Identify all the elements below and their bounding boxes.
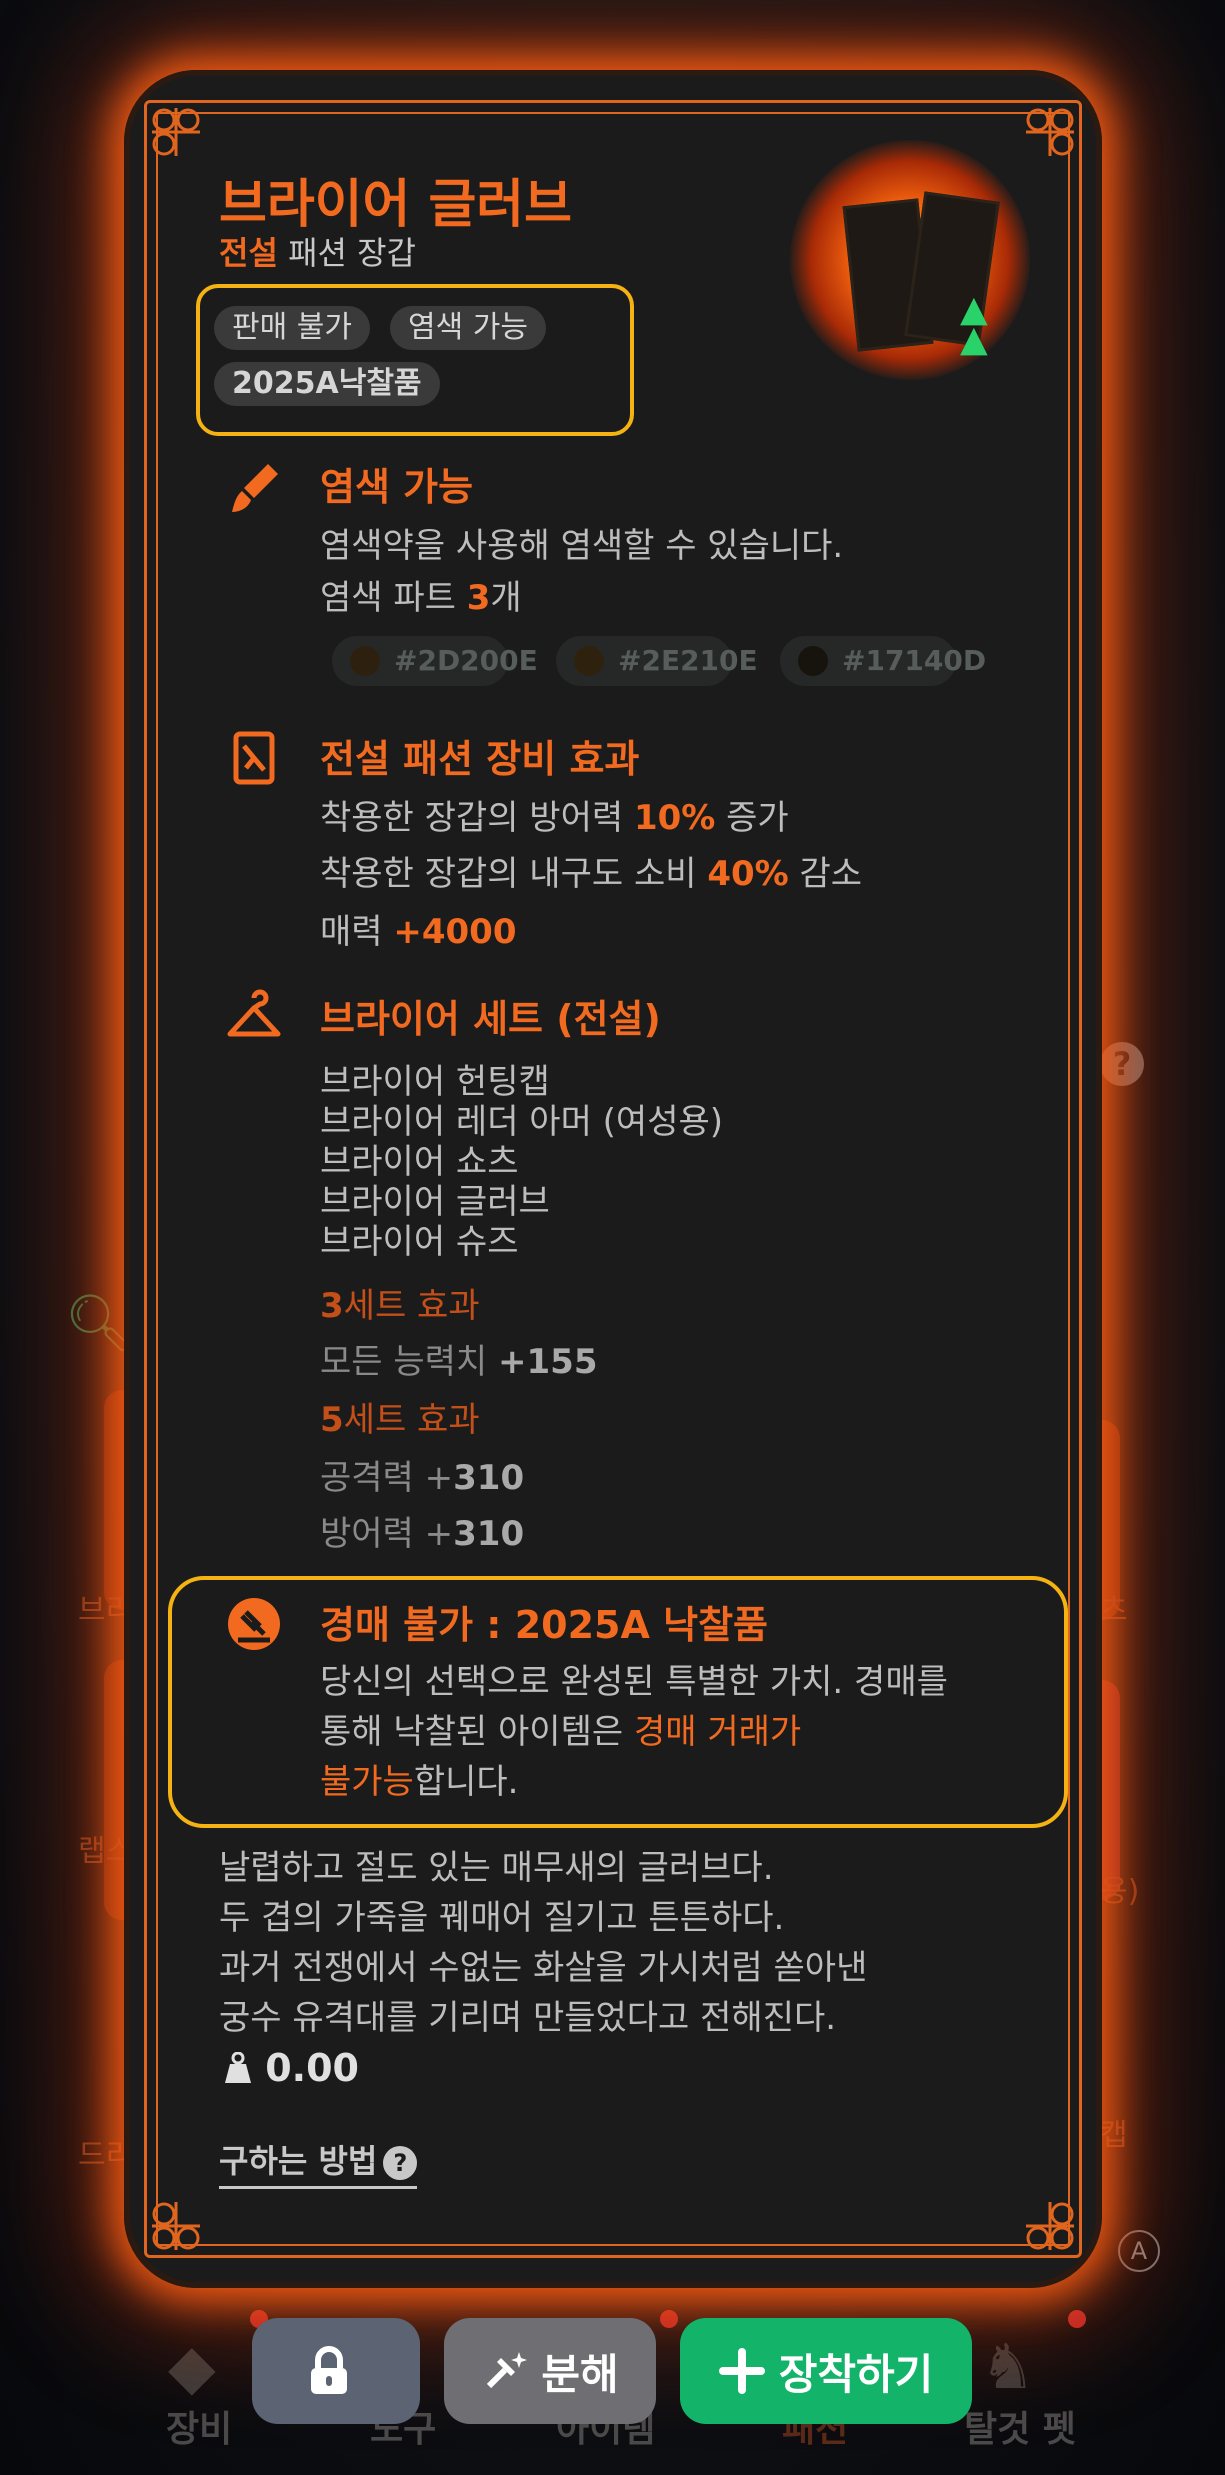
lore-line: 과거 전쟁에서 수없는 화살을 가시처럼 쏟아낸 [219, 1948, 868, 1988]
help-icon[interactable]: ? [1100, 1042, 1144, 1086]
dye-brush-icon [224, 458, 284, 518]
dye-color-swatch[interactable]: #17140D [780, 636, 986, 686]
disassemble-button[interactable]: 분해 [444, 2318, 656, 2424]
how-to-obtain-link[interactable]: 구하는 방법? [219, 2136, 418, 2189]
set-bonus-3-label: 3세트 효과 [320, 1286, 480, 1326]
equip-button[interactable]: 장착하기 [680, 2318, 972, 2424]
tag-dyeable: 염색 가능 [390, 306, 546, 350]
lock-icon [311, 2346, 347, 2394]
lock-button[interactable] [252, 2318, 420, 2424]
auction-gavel-icon [224, 1594, 284, 1654]
effect-line-durability: 착용한 장갑의 내구도 소비 40% 감소 [320, 854, 863, 894]
corner-ornament [1020, 2196, 1080, 2256]
auction-text-line: 불가능합니다. [320, 1762, 519, 1802]
nav-tab-mount-pet[interactable]: 탈것 펫 [964, 2400, 1076, 2452]
item-type: 전설 패션 장갑 [219, 228, 416, 274]
effect-line-charm: 매력 +4000 [320, 912, 517, 952]
set-bonus-5-defense: 방어력 +310 [320, 1514, 525, 1554]
item-detail-card: 브라이어 글러브 전설 패션 장갑 판매 불가 염색 가능 2025A낙찰품 ▲… [124, 70, 1102, 2288]
item-weight: 0.00 [224, 2046, 359, 2090]
dye-color-swatch[interactable]: #2E210E [556, 636, 758, 686]
set-bonus-5-label: 5세트 효과 [320, 1400, 480, 1440]
bg-label: 캡 [1100, 2118, 1128, 2153]
effect-line-defense: 착용한 장갑의 방어력 10% 증가 [320, 798, 789, 838]
tag-not-sellable: 판매 불가 [214, 306, 370, 350]
bg-label: 츠 [1100, 1593, 1128, 1628]
plus-icon [718, 2348, 765, 2394]
corner-ornament [146, 102, 206, 162]
upgrade-arrows-icon: ▲ ▲ [960, 289, 988, 360]
a-button-icon[interactable]: A [1118, 2230, 1160, 2272]
dye-color-swatch[interactable]: #2D200E [332, 636, 538, 686]
fashion-effect-icon [224, 728, 284, 788]
lore-line: 두 겹의 가죽을 꿰매어 질기고 튼튼하다. [219, 1898, 785, 1938]
dye-description: 염색약을 사용해 염색할 수 있습니다. [320, 526, 844, 566]
auction-title: 경매 불가 : 2025A 낙찰품 [320, 1603, 769, 1647]
set-bonus-3-effect: 모든 능력치 +155 [320, 1342, 598, 1382]
notification-dot [1068, 2310, 1086, 2328]
nav-tab-equipment[interactable]: 장비 [166, 2400, 232, 2452]
dye-title: 염색 가능 [320, 465, 474, 509]
corner-ornament [146, 2196, 206, 2256]
tag-auction-won: 2025A낙찰품 [214, 362, 440, 406]
set-bonus-5-attack: 공격력 +310 [320, 1458, 525, 1498]
item-grade: 전설 [219, 234, 278, 272]
corner-ornament [1020, 102, 1080, 162]
color-dot [574, 646, 604, 676]
lore-line: 날렵하고 절도 있는 매무새의 글러브다. [219, 1848, 774, 1888]
lore-line: 궁수 유격대를 기리며 만들었다고 전해진다. [219, 1998, 837, 2038]
bg-label: 용) [1100, 1874, 1140, 1909]
color-dot [350, 646, 380, 676]
hanger-icon [224, 988, 284, 1048]
color-dot [798, 646, 828, 676]
auction-text-line: 당신의 선택으로 완성된 특별한 가치. 경매를 [320, 1662, 948, 1702]
hammer-sparkle-icon [487, 2352, 528, 2389]
fashion-effect-title: 전설 패션 장비 효과 [320, 737, 640, 781]
nav-pet-icon: ♞ [980, 2330, 1036, 2403]
item-category: 패션 장갑 [288, 234, 416, 272]
notification-dot [660, 2310, 678, 2328]
item-name: 브라이어 글러브 [219, 175, 572, 235]
dye-parts: 염색 파트 3개 [320, 578, 522, 618]
item-image [790, 140, 1030, 380]
auction-text-line: 통해 낙찰된 아이템은 경매 거래가 [320, 1712, 802, 1752]
question-icon: ? [383, 2146, 418, 2180]
nav-equipment-icon: ◆ [168, 2330, 216, 2403]
set-item: 브라이어 슈즈 [320, 1222, 519, 1262]
set-title: 브라이어 세트 (전설) [320, 997, 661, 1041]
weight-icon [225, 2051, 251, 2083]
